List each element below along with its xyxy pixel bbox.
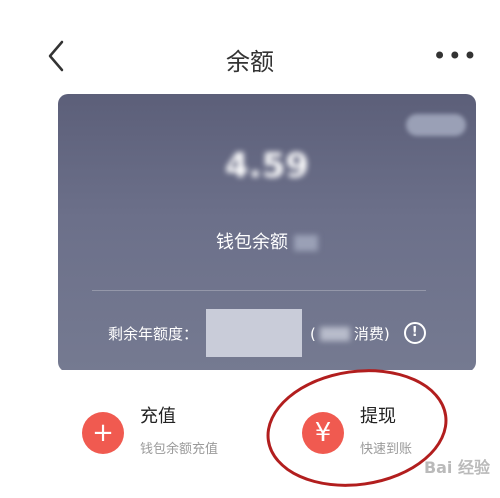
plus-icon: + [82,412,124,454]
withdraw-subtitle: 快速到账 [360,442,413,457]
balance-amount: 4.59 [225,146,309,186]
quota-consume-note: (消费) [310,324,390,343]
divider [92,290,426,291]
recharge-title: 充值 [140,406,176,427]
quota-consume-label: 消费) [353,324,390,343]
quota-consume-blurred [319,327,350,341]
balance-card: 4.59 钱包余额 剩余年额度： (消费) ! [58,94,476,372]
page-title: 余额 [226,48,274,76]
recharge-button[interactable]: + 充值 钱包余额充值 [82,400,218,457]
yen-icon: ¥ [302,412,344,454]
info-icon[interactable]: ! [403,322,426,344]
balance-label-blurred [294,235,318,251]
card-badge[interactable] [406,114,466,136]
withdraw-button[interactable]: ¥ 提现 快速到账 [302,400,412,457]
watermark: Bai 经验 [423,458,490,477]
top-bar: 余额 ••• [0,0,500,95]
quota-row: 剩余年额度： (消费) ! [108,309,426,357]
more-options-icon[interactable]: ••• [433,42,478,70]
balance-label: 钱包余额 [216,232,288,253]
recharge-subtitle: 钱包余额充值 [140,442,219,457]
quota-label: 剩余年额度： [108,324,199,343]
balance-label-row: 钱包余额 [58,228,476,254]
withdraw-title: 提现 [360,406,396,427]
quota-value-redacted [206,309,303,357]
